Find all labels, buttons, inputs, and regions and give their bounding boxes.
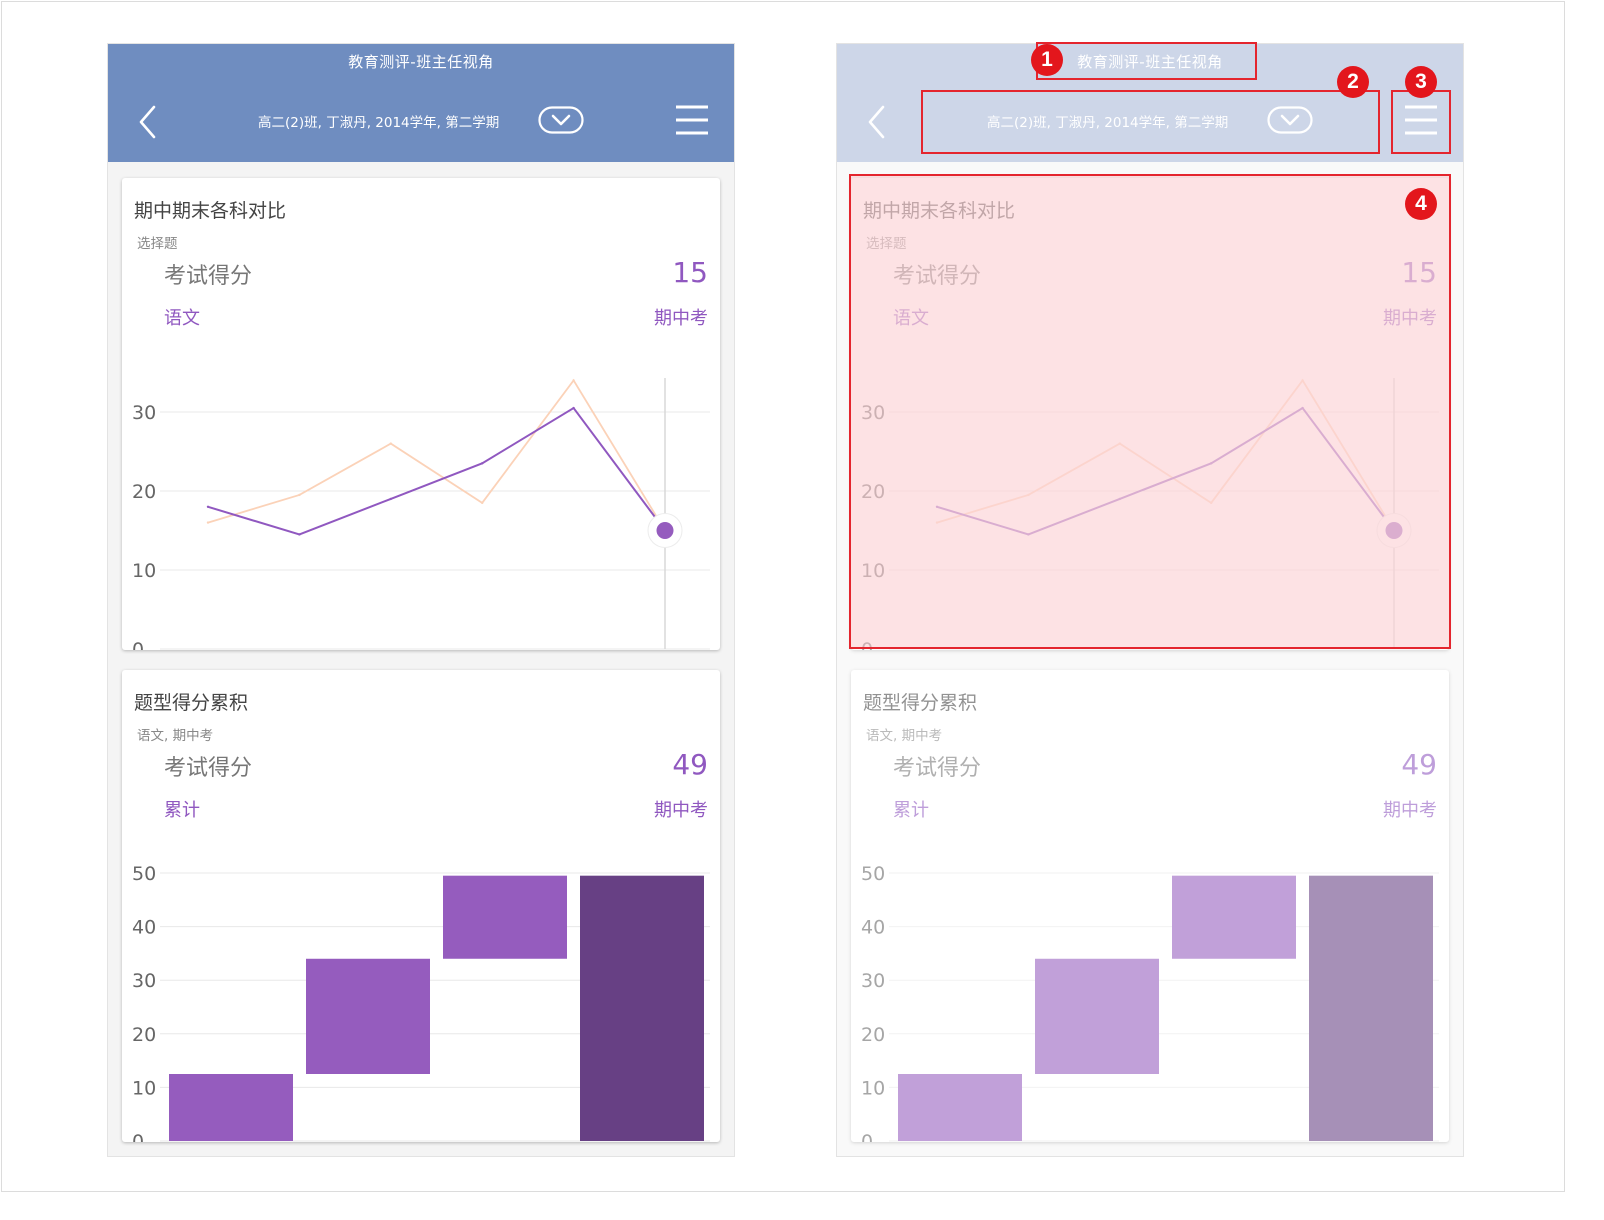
class-student-term-selector[interactable]: 高二(2)班, 丁淑丹, 2014学年, 第二学期 — [258, 111, 499, 131]
series-line — [207, 378, 666, 531]
y-tick-label: 0 — [861, 1131, 873, 1142]
bar — [898, 1074, 1022, 1141]
annotation-badge-4: 4 — [1405, 188, 1437, 220]
app-title: 教育测评-班主任视角 — [348, 53, 494, 71]
data-point — [481, 462, 484, 465]
y-tick-label: 30 — [132, 970, 156, 992]
question-type-card: 题型得分累积 语文, 期中考 考试得分 49 累计 期中考 0 10 20 30 40 5… — [122, 670, 720, 1142]
bar — [443, 875, 567, 959]
bar — [1035, 958, 1159, 1074]
data-point — [572, 406, 575, 410]
series-line — [207, 406, 666, 536]
y-tick-label: 40 — [132, 917, 156, 939]
y-tick-label: 10 — [861, 1077, 885, 1099]
data-point — [481, 501, 484, 505]
annotation-badge-2: 2 — [1337, 66, 1369, 98]
back-chevron-icon[interactable] — [136, 102, 162, 142]
chevron-down-icon[interactable] — [538, 106, 584, 134]
y-tick-label: 20 — [861, 1024, 885, 1046]
bar — [580, 875, 704, 1141]
waterfall-bar-chart[interactable]: 01020304050判断题简答题选择题累计 — [851, 670, 1449, 1142]
subject-comparison-card: 期中期末各科对比 选择题 考试得分 15 语文 期中考 0102030化学数学物… — [122, 178, 720, 650]
bar — [306, 958, 430, 1074]
app-header: 教育测评-班主任视角 高二(2)班, 丁淑丹, 2014学年, 第二学期 — [108, 44, 734, 162]
data-point — [206, 505, 210, 508]
highlight-menu — [1391, 90, 1451, 154]
y-tick-label: 30 — [861, 970, 885, 992]
y-tick-label: 0 — [132, 1131, 144, 1142]
bar — [1172, 875, 1296, 959]
question-type-card: 题型得分累积 语文, 期中考 考试得分 49 累计 期中考 0 10 20 30 40 5… — [851, 670, 1449, 1142]
highlight-point — [656, 522, 674, 539]
subject-line-chart[interactable]: 0102030化学数学物理生物英语语文 — [122, 178, 720, 650]
waterfall-bar-chart[interactable]: 01020304050判断题简答题选择题累计 — [122, 670, 720, 1142]
bar — [1309, 875, 1433, 1141]
y-tick-label: 50 — [861, 863, 885, 885]
bar — [169, 1074, 293, 1141]
annotation-badge-3: 3 — [1405, 66, 1437, 98]
y-tick-label: 10 — [132, 1077, 156, 1099]
data-point — [572, 379, 575, 382]
data-point — [298, 493, 301, 497]
highlight-chart-card — [849, 174, 1451, 649]
y-tick-label: 40 — [861, 917, 885, 939]
data-point — [298, 533, 301, 536]
highlight-selector — [921, 90, 1380, 154]
y-tick-label: 10 — [132, 560, 156, 582]
back-chevron-icon[interactable] — [865, 102, 891, 142]
highlight-app-title — [1036, 42, 1257, 80]
y-tick-label: 30 — [132, 402, 156, 424]
hamburger-menu-icon[interactable] — [674, 104, 710, 136]
y-tick-label: 0 — [132, 639, 144, 650]
y-tick-label: 50 — [132, 863, 156, 885]
y-tick-label: 20 — [132, 1024, 156, 1046]
data-point — [389, 497, 392, 501]
data-point — [389, 442, 392, 445]
data-point — [206, 521, 210, 524]
canvas-frame: 教育测评-班主任视角 高二(2)班, 丁淑丹, 2014学年, 第二学期 期中期… — [1, 1, 1565, 1192]
annotation-badge-1: 1 — [1031, 44, 1063, 76]
y-tick-label: 20 — [132, 481, 156, 503]
phone-screen-original: 教育测评-班主任视角 高二(2)班, 丁淑丹, 2014学年, 第二学期 期中期… — [107, 43, 735, 1157]
